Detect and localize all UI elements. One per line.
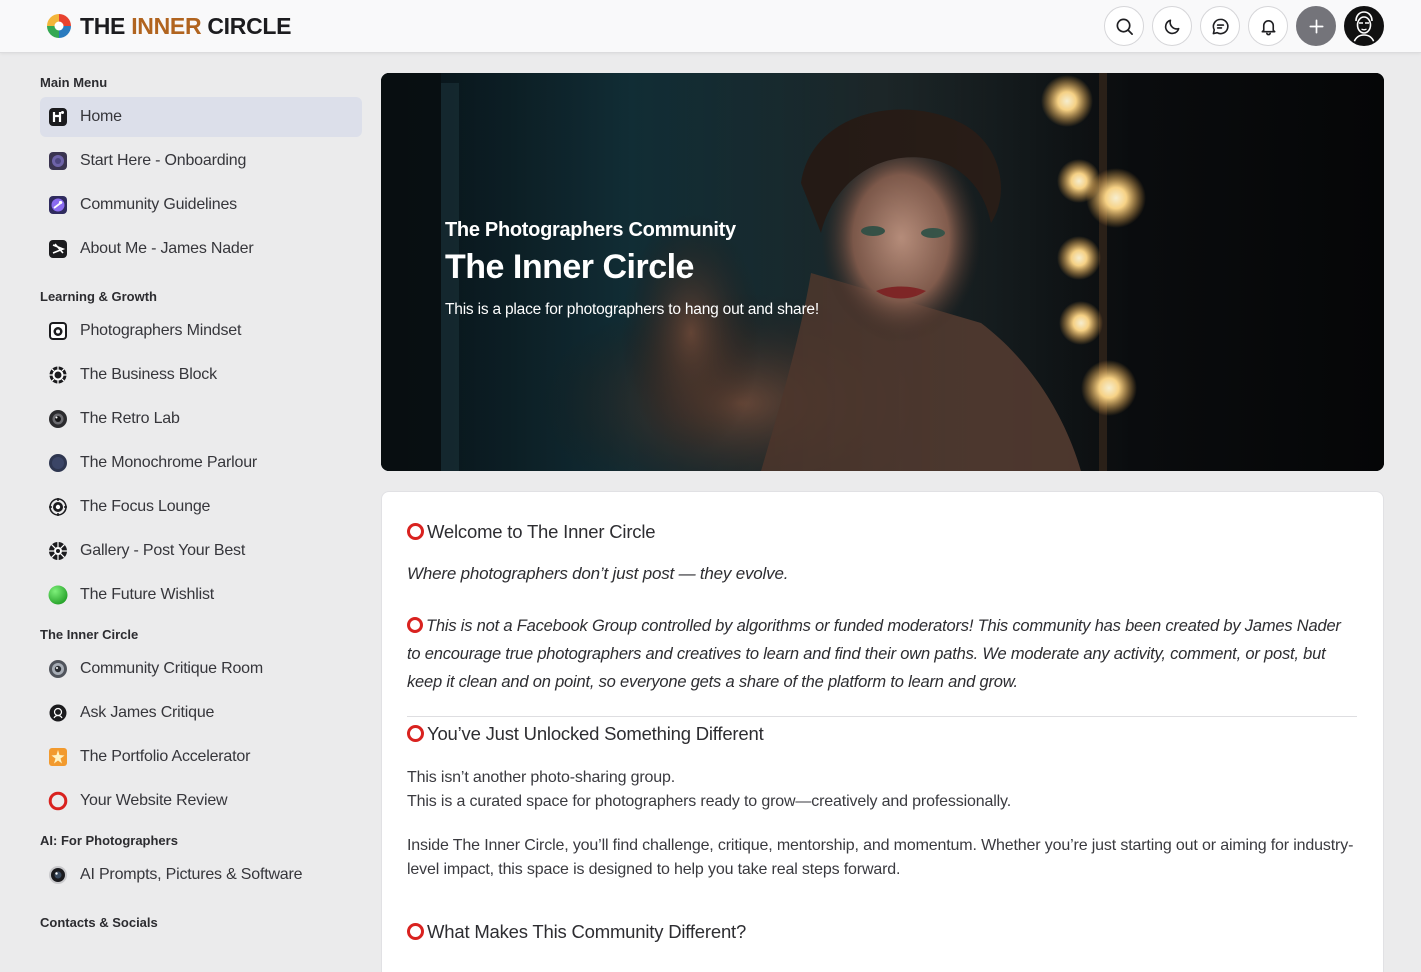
section-title-contacts: Contacts & Socials bbox=[40, 915, 158, 930]
brand-name: THE INNER CIRCLE bbox=[80, 13, 291, 40]
lens-icon bbox=[49, 866, 67, 884]
retro-camera-icon bbox=[49, 410, 67, 428]
hero-subtitle: This is a place for photographers to han… bbox=[445, 301, 819, 318]
sidebar-item-monochrome-parlour[interactable]: The Monochrome Parlour bbox=[40, 443, 362, 483]
sidebar-item-label: About Me - James Nader bbox=[80, 240, 254, 257]
chat-icon bbox=[1212, 18, 1229, 34]
sidebar-item-label: Community Guidelines bbox=[80, 196, 237, 213]
sidebar-item-onboarding[interactable]: Start Here - Onboarding bbox=[40, 141, 362, 181]
sidebar-item-ai-prompts[interactable]: AI Prompts, Pictures & Software bbox=[40, 855, 362, 895]
notifications-button[interactable] bbox=[1248, 6, 1288, 46]
green-dot-icon bbox=[48, 585, 68, 605]
sidebar-item-label: Home bbox=[80, 108, 122, 125]
welcome-heading: Welcome to The Inner Circle bbox=[407, 518, 1357, 546]
sidebar-item-focus-lounge[interactable]: The Focus Lounge bbox=[40, 487, 362, 527]
sidebar-item-business-block[interactable]: The Business Block bbox=[40, 355, 362, 395]
section-title-main-menu: Main Menu bbox=[40, 75, 108, 90]
welcome-intro: This is not a Facebook Group controlled … bbox=[407, 612, 1357, 696]
red-ring-icon bbox=[407, 725, 424, 742]
sidebar-item-guidelines[interactable]: Community Guidelines bbox=[40, 185, 362, 225]
welcome-intro-text: This is not a Facebook Group controlled … bbox=[407, 617, 1341, 691]
brand-prefix: THE bbox=[80, 12, 132, 39]
sidebar-item-photographers-mindset[interactable]: Photographers Mindset bbox=[40, 311, 362, 351]
search-button[interactable] bbox=[1104, 6, 1144, 46]
about-icon bbox=[49, 240, 67, 258]
red-ring-icon bbox=[407, 617, 423, 633]
inside-paragraph: Inside The Inner Circle, you’ll find cha… bbox=[407, 837, 1354, 878]
sidebar-item-about[interactable]: About Me - James Nader bbox=[40, 229, 362, 269]
red-ring-icon bbox=[407, 523, 424, 540]
welcome-heading-text: Welcome to The Inner Circle bbox=[427, 521, 656, 542]
top-actions bbox=[1104, 6, 1384, 46]
ask-icon bbox=[49, 704, 67, 722]
section-title-inner-circle: The Inner Circle bbox=[40, 627, 139, 642]
sidebar-item-label: Ask James Critique bbox=[80, 704, 215, 721]
hero-kicker: The Photographers Community bbox=[445, 219, 736, 241]
sidebar-item-label: Gallery - Post Your Best bbox=[80, 542, 246, 559]
sidebar-item-label: The Retro Lab bbox=[80, 410, 180, 427]
sidebar-item-label: Start Here - Onboarding bbox=[80, 152, 247, 169]
top-bar: THE INNER CIRCLE bbox=[0, 0, 1421, 53]
home-icon bbox=[49, 108, 67, 126]
section-title-learning: Learning & Growth bbox=[40, 289, 157, 304]
sidebar-item-label: The Focus Lounge bbox=[80, 498, 211, 515]
gear-icon bbox=[49, 366, 67, 384]
divider bbox=[407, 716, 1357, 717]
focus-icon bbox=[49, 498, 67, 516]
sidebar-item-label: Your Website Review bbox=[80, 792, 228, 809]
onboarding-icon bbox=[49, 152, 67, 170]
critique-icon bbox=[49, 660, 67, 678]
sidebar-item-label: The Business Block bbox=[80, 366, 217, 383]
unlocked-line-1: This isn’t another photo-sharing group. bbox=[407, 769, 676, 786]
sidebar-item-retro-lab[interactable]: The Retro Lab bbox=[40, 399, 362, 439]
unlocked-heading: You’ve Just Unlocked Something Different bbox=[407, 720, 1357, 748]
sidebar-item-future-wishlist[interactable]: The Future Wishlist bbox=[40, 575, 362, 615]
moon-icon bbox=[1164, 19, 1179, 34]
sidebar-item-ask-james[interactable]: Ask James Critique bbox=[40, 693, 362, 733]
sidebar-item-label: AI Prompts, Pictures & Software bbox=[80, 866, 303, 883]
hero-banner: The Photographers Community The Inner Ci… bbox=[381, 73, 1384, 471]
messages-button[interactable] bbox=[1200, 6, 1240, 46]
bell-icon bbox=[1261, 19, 1275, 35]
welcome-post: Welcome to The Inner Circle Where photog… bbox=[381, 491, 1384, 972]
plus-icon bbox=[1308, 18, 1324, 34]
create-button[interactable] bbox=[1296, 6, 1336, 46]
sidebar-item-label: The Portfolio Accelerator bbox=[80, 748, 251, 765]
sidebar-item-label: The Future Wishlist bbox=[80, 586, 215, 603]
sidebar-item-home[interactable]: Home bbox=[40, 97, 362, 137]
red-ring-icon bbox=[407, 923, 424, 940]
different-heading: What Makes This Community Different? bbox=[407, 918, 1357, 946]
sidebar-item-critique-room[interactable]: Community Critique Room bbox=[40, 649, 362, 689]
sidebar-item-label: The Monochrome Parlour bbox=[80, 454, 258, 471]
guidelines-icon bbox=[49, 196, 67, 214]
avatar-icon bbox=[1346, 8, 1382, 44]
avatar[interactable] bbox=[1344, 6, 1384, 46]
brand-suffix: CIRCLE bbox=[201, 12, 292, 39]
brand-accent: INNER bbox=[131, 12, 202, 39]
monochrome-icon bbox=[49, 454, 67, 472]
different-heading-text: What Makes This Community Different? bbox=[427, 921, 747, 942]
spark-icon bbox=[49, 748, 67, 766]
brand-logo-icon bbox=[47, 14, 71, 38]
sidebar-item-website-review[interactable]: Your Website Review bbox=[40, 781, 362, 821]
brand[interactable]: THE INNER CIRCLE bbox=[46, 13, 291, 40]
camera-icon bbox=[49, 322, 67, 340]
sidebar-item-label: Community Critique Room bbox=[80, 660, 264, 677]
sidebar-item-label: Photographers Mindset bbox=[80, 322, 242, 339]
search-icon bbox=[1116, 18, 1133, 35]
red-ring-icon bbox=[48, 791, 68, 811]
hero-title: The Inner Circle bbox=[445, 248, 694, 286]
sidebar: Main Menu Home Start Here - Onboarding C… bbox=[40, 53, 362, 972]
welcome-tagline: Where photographers don’t just post — th… bbox=[407, 564, 789, 583]
dark-mode-toggle[interactable] bbox=[1152, 6, 1192, 46]
unlocked-line-2: This is a curated space for photographer… bbox=[407, 793, 1012, 810]
sidebar-item-gallery[interactable]: Gallery - Post Your Best bbox=[40, 531, 362, 571]
sidebar-item-portfolio-accelerator[interactable]: The Portfolio Accelerator bbox=[40, 737, 362, 777]
unlocked-heading-text: You’ve Just Unlocked Something Different bbox=[427, 723, 764, 744]
aperture-icon bbox=[49, 542, 67, 560]
section-title-ai: AI: For Photographers bbox=[40, 833, 178, 848]
hero-text: The Photographers Community The Inner Ci… bbox=[445, 219, 819, 319]
